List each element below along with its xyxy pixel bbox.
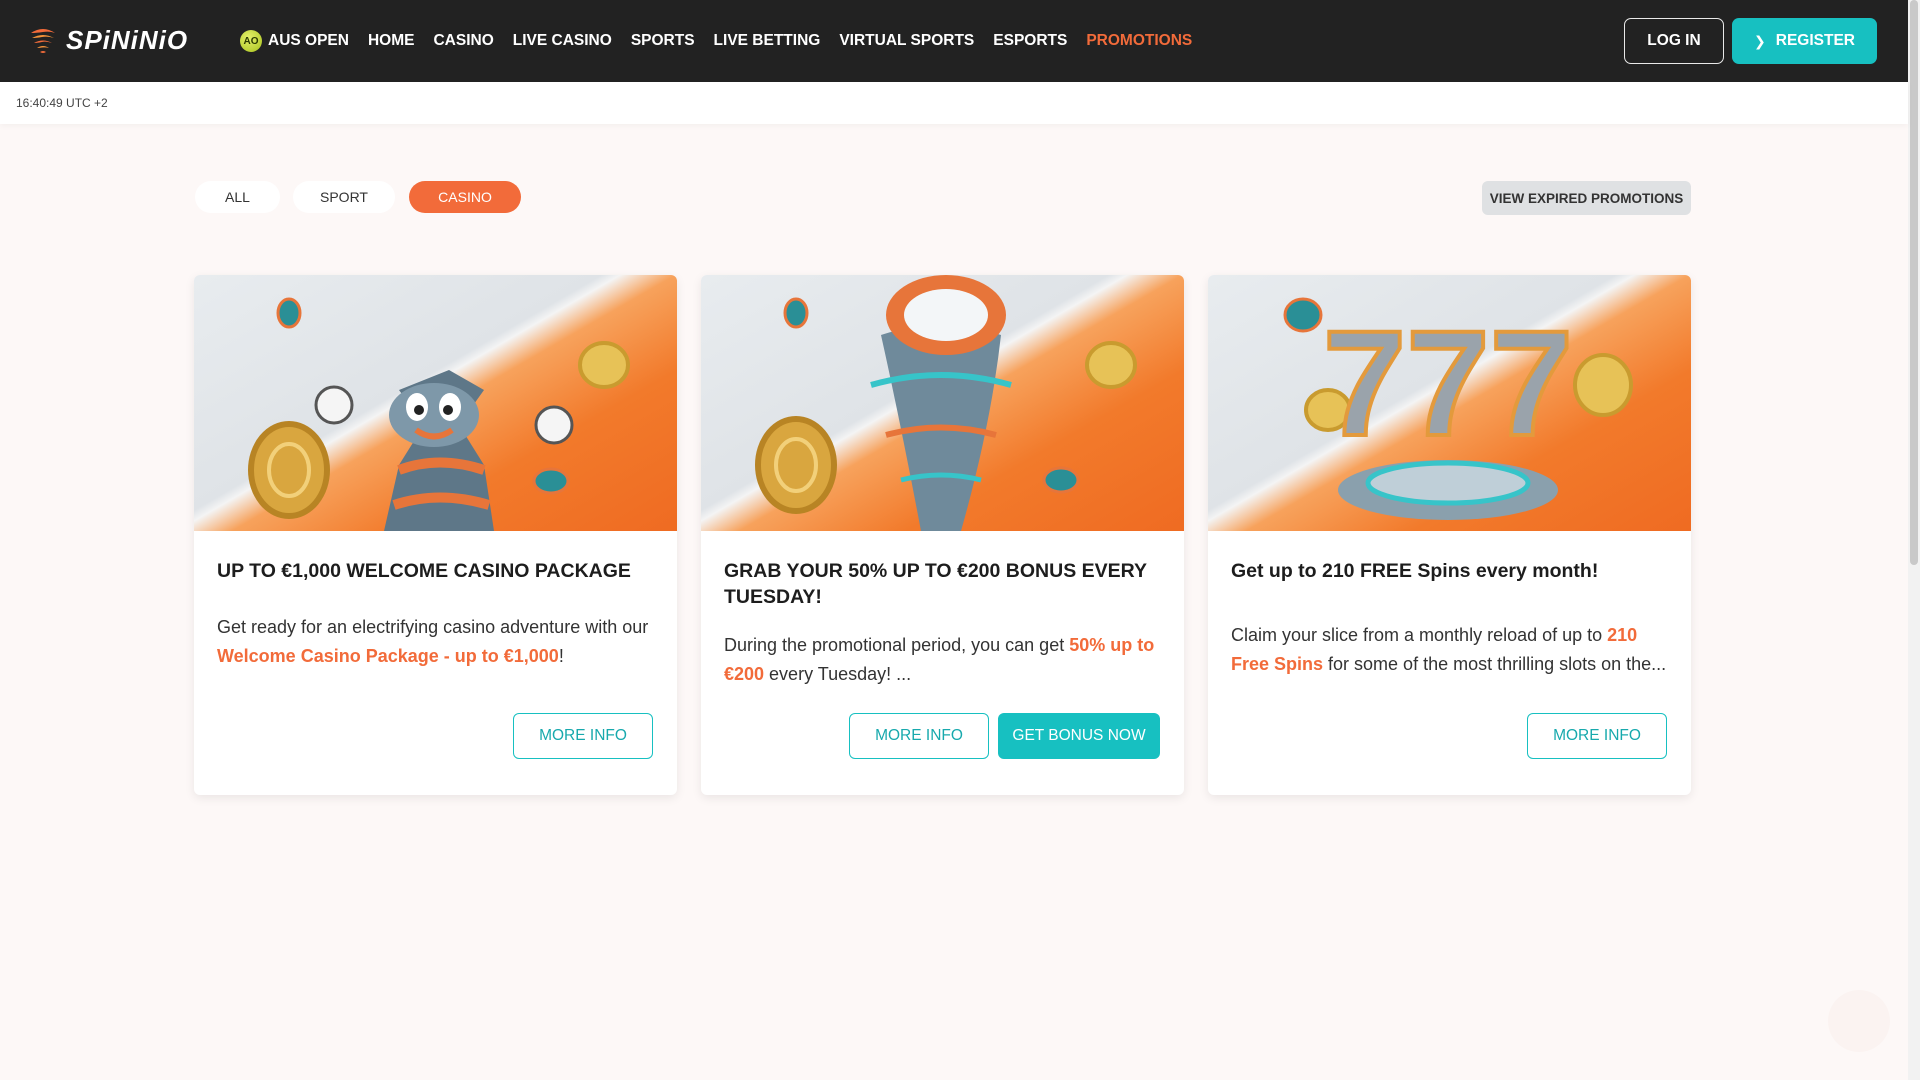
more-info-button[interactable]: MORE INFO xyxy=(849,713,989,759)
scrollbar-thumb[interactable] xyxy=(1910,0,1918,565)
nav-item-live-casino[interactable]: LIVE CASINO xyxy=(513,32,612,50)
nav-item-virtual-sports[interactable]: VIRTUAL SPORTS xyxy=(839,32,974,50)
chat-widget-button[interactable] xyxy=(1828,990,1890,1052)
view-expired-promotions-button[interactable]: VIEW EXPIRED PROMOTIONS xyxy=(1482,181,1691,215)
promo-description: Get ready for an electrifying casino adv… xyxy=(217,613,657,671)
nav-item-casino[interactable]: CASINO xyxy=(433,32,493,50)
brand-name: SPiNiNiO xyxy=(66,24,189,55)
get-bonus-now-button[interactable]: GET BONUS NOW xyxy=(998,713,1160,759)
svg-text:777: 777 xyxy=(1323,299,1573,467)
promo-title: UP TO €1,000 WELCOME CASINO PACKAGE xyxy=(217,560,631,582)
promo-image-777: 777 xyxy=(1208,275,1691,531)
filter-sport[interactable]: SPORT xyxy=(293,181,395,213)
promo-card-free-spins: 777 Get up to 210 FREE Spins every month… xyxy=(1208,275,1691,795)
site-logo[interactable]: SPiNiNiO xyxy=(26,20,188,60)
register-label: REGISTER xyxy=(1775,32,1855,49)
promo-text-before: During the promotional period, you can g… xyxy=(724,635,1070,655)
promo-text-after: ! xyxy=(558,646,564,666)
promo-text-after: every Tuesday! ... xyxy=(764,664,912,684)
tornado-chip-illustration xyxy=(755,275,1137,531)
promo-title: GRAB YOUR 50% UP TO €200 BONUS EVERY TUE… xyxy=(724,560,1147,608)
promo-text-after: for some of the most thrilling slots on … xyxy=(1323,654,1667,674)
promo-title: Get up to 210 FREE Spins every month! xyxy=(1231,560,1599,582)
page-scrollbar[interactable] xyxy=(1908,0,1920,1080)
logo-icon xyxy=(31,29,55,53)
nav-item-live-betting[interactable]: LIVE BETTING xyxy=(714,32,821,50)
filter-casino[interactable]: CASINO xyxy=(409,181,521,213)
promo-image-tornado-chip xyxy=(701,275,1184,531)
nav-item-promotions[interactable]: PROMOTIONS xyxy=(1086,32,1192,50)
main-nav: AO AUS OPEN HOME CASINO LIVE CASINO SPOR… xyxy=(240,0,1211,82)
chevron-right-icon: ❯ xyxy=(1754,32,1766,49)
promo-text-before: Get ready for an electrifying casino adv… xyxy=(217,617,649,637)
server-time: 16:40:49 UTC +2 xyxy=(16,96,108,110)
promo-image-tornado-mascot xyxy=(194,275,677,531)
more-info-button[interactable]: MORE INFO xyxy=(1527,713,1667,759)
tornado-mascot-illustration xyxy=(248,297,630,531)
promo-text-before: Claim your slice from a monthly reload o… xyxy=(1231,625,1608,645)
nav-item-label: AUS OPEN xyxy=(268,32,349,49)
promo-highlight: Welcome Casino Package - up to €1,000 xyxy=(217,646,559,666)
promo-card-welcome: UP TO €1,000 WELCOME CASINO PACKAGE Get … xyxy=(194,275,677,795)
nav-item-aus-open[interactable]: AO AUS OPEN xyxy=(240,30,349,52)
promo-card-tuesday-bonus: GRAB YOUR 50% UP TO €200 BONUS EVERY TUE… xyxy=(701,275,1184,795)
promo-description: Claim your slice from a monthly reload o… xyxy=(1231,621,1671,679)
login-button[interactable]: LOG IN xyxy=(1624,18,1724,64)
top-navigation-bar: SPiNiNiO AO AUS OPEN HOME CASINO LIVE CA… xyxy=(0,0,1908,82)
nav-item-esports[interactable]: ESPORTS xyxy=(993,32,1067,50)
nav-item-sports[interactable]: SPORTS xyxy=(631,32,695,50)
aus-open-badge-icon: AO xyxy=(240,30,262,52)
more-info-button[interactable]: MORE INFO xyxy=(513,713,653,759)
slot-777-illustration: 777 xyxy=(1283,297,1633,520)
register-button[interactable]: ❯ REGISTER xyxy=(1732,18,1877,64)
time-bar: 16:40:49 UTC +2 xyxy=(0,82,1908,124)
promo-description: During the promotional period, you can g… xyxy=(724,631,1164,689)
nav-item-home[interactable]: HOME xyxy=(368,32,415,50)
filter-all[interactable]: ALL xyxy=(195,181,280,213)
